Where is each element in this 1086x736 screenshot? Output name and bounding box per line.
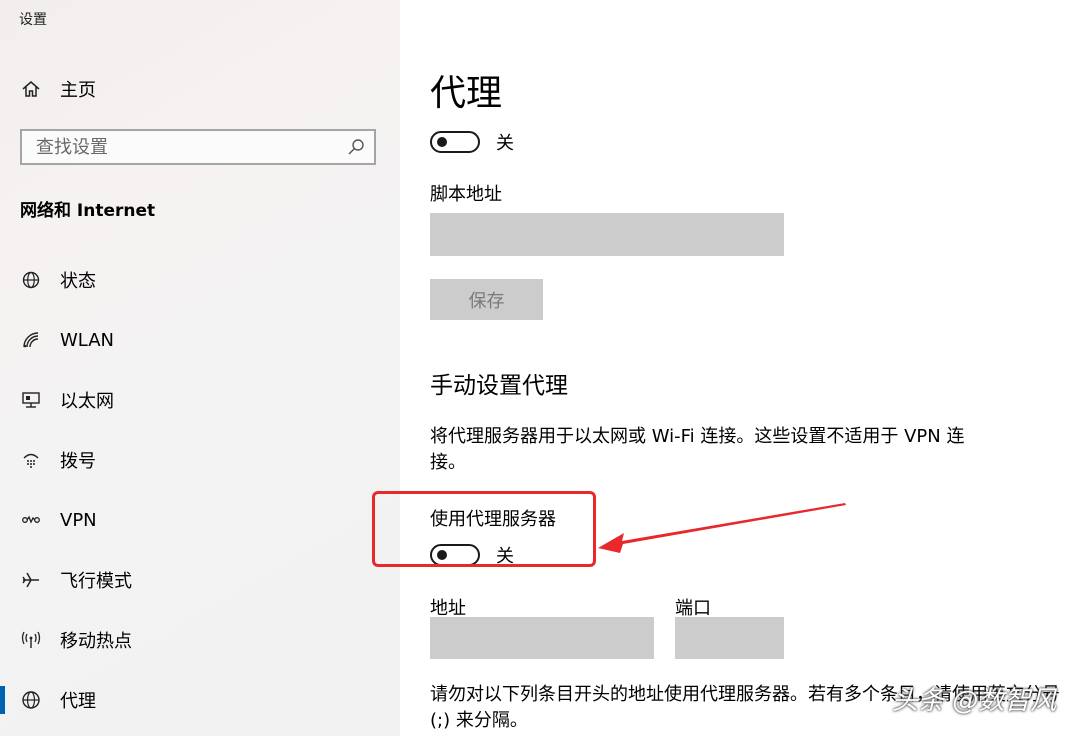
section-title: 网络和 Internet (20, 201, 156, 221)
sidebar-item-ethernet[interactable]: 以太网 (0, 370, 400, 430)
globe-status-icon (20, 269, 42, 291)
search-box[interactable] (20, 129, 376, 165)
port-field[interactable] (675, 617, 784, 659)
dialup-icon (20, 449, 42, 471)
search-icon[interactable] (346, 137, 366, 157)
home-nav-item[interactable]: 主页 (20, 76, 96, 102)
sidebar-item-airplane[interactable]: 飞行模式 (0, 550, 400, 610)
sidebar-item-status[interactable]: 状态 (0, 250, 400, 310)
sidebar-item-label: 代理 (60, 691, 96, 712)
sidebar-item-dialup[interactable]: 拨号 (0, 430, 400, 490)
manual-proxy-heading: 手动设置代理 (430, 373, 568, 399)
sidebar-item-label: 状态 (60, 271, 96, 292)
script-address-field[interactable] (430, 213, 784, 256)
ethernet-icon (20, 389, 42, 411)
annotation-highlight-box (372, 491, 596, 567)
sidebar-item-hotspot[interactable]: 移动热点 (0, 610, 400, 670)
hotspot-icon (20, 629, 42, 651)
sidebar-item-vpn[interactable]: VPN (0, 490, 400, 550)
auto-proxy-toggle[interactable] (430, 131, 480, 153)
sidebar-item-label: 以太网 (60, 391, 114, 412)
home-label: 主页 (60, 80, 96, 101)
sidebar-item-label: VPN (60, 509, 97, 531)
sidebar-item-label: 移动热点 (60, 631, 132, 652)
globe-icon (20, 689, 42, 711)
airplane-icon (20, 569, 42, 591)
save-button[interactable]: 保存 (430, 279, 543, 320)
sidebar: 设置 主页 网络和 Internet 状态 WLAN (0, 0, 400, 736)
wifi-icon (20, 329, 42, 351)
search-input[interactable] (22, 135, 346, 159)
main-content: 代理 关 脚本地址 保存 手动设置代理 将代理服务器用于以太网或 Wi-Fi 连… (372, 0, 1086, 736)
auto-proxy-toggle-state: 关 (496, 133, 514, 154)
sidebar-nav: 状态 WLAN 以太网 拨号 VPN 飞行模式 移动热点 代理 (0, 250, 400, 730)
auto-proxy-toggle-row[interactable]: 关 (430, 129, 514, 155)
annotation-arrow-icon (598, 503, 846, 553)
page-title: 代理 (430, 73, 503, 114)
watermark: 头条 @数智风 (892, 686, 1057, 716)
window-title: 设置 (19, 12, 47, 28)
sidebar-item-label: 拨号 (60, 451, 96, 472)
sidebar-item-label: WLAN (60, 329, 115, 351)
sidebar-item-proxy[interactable]: 代理 (0, 670, 400, 730)
home-icon (20, 78, 42, 100)
script-address-label: 脚本地址 (430, 184, 502, 205)
address-field[interactable] (430, 617, 654, 659)
sidebar-item-wlan[interactable]: WLAN (0, 310, 400, 370)
manual-proxy-description: 将代理服务器用于以太网或 Wi-Fi 连接。这些设置不适用于 VPN 连接。 (430, 426, 965, 473)
sidebar-item-label: 飞行模式 (60, 571, 132, 592)
vpn-icon (20, 509, 42, 531)
